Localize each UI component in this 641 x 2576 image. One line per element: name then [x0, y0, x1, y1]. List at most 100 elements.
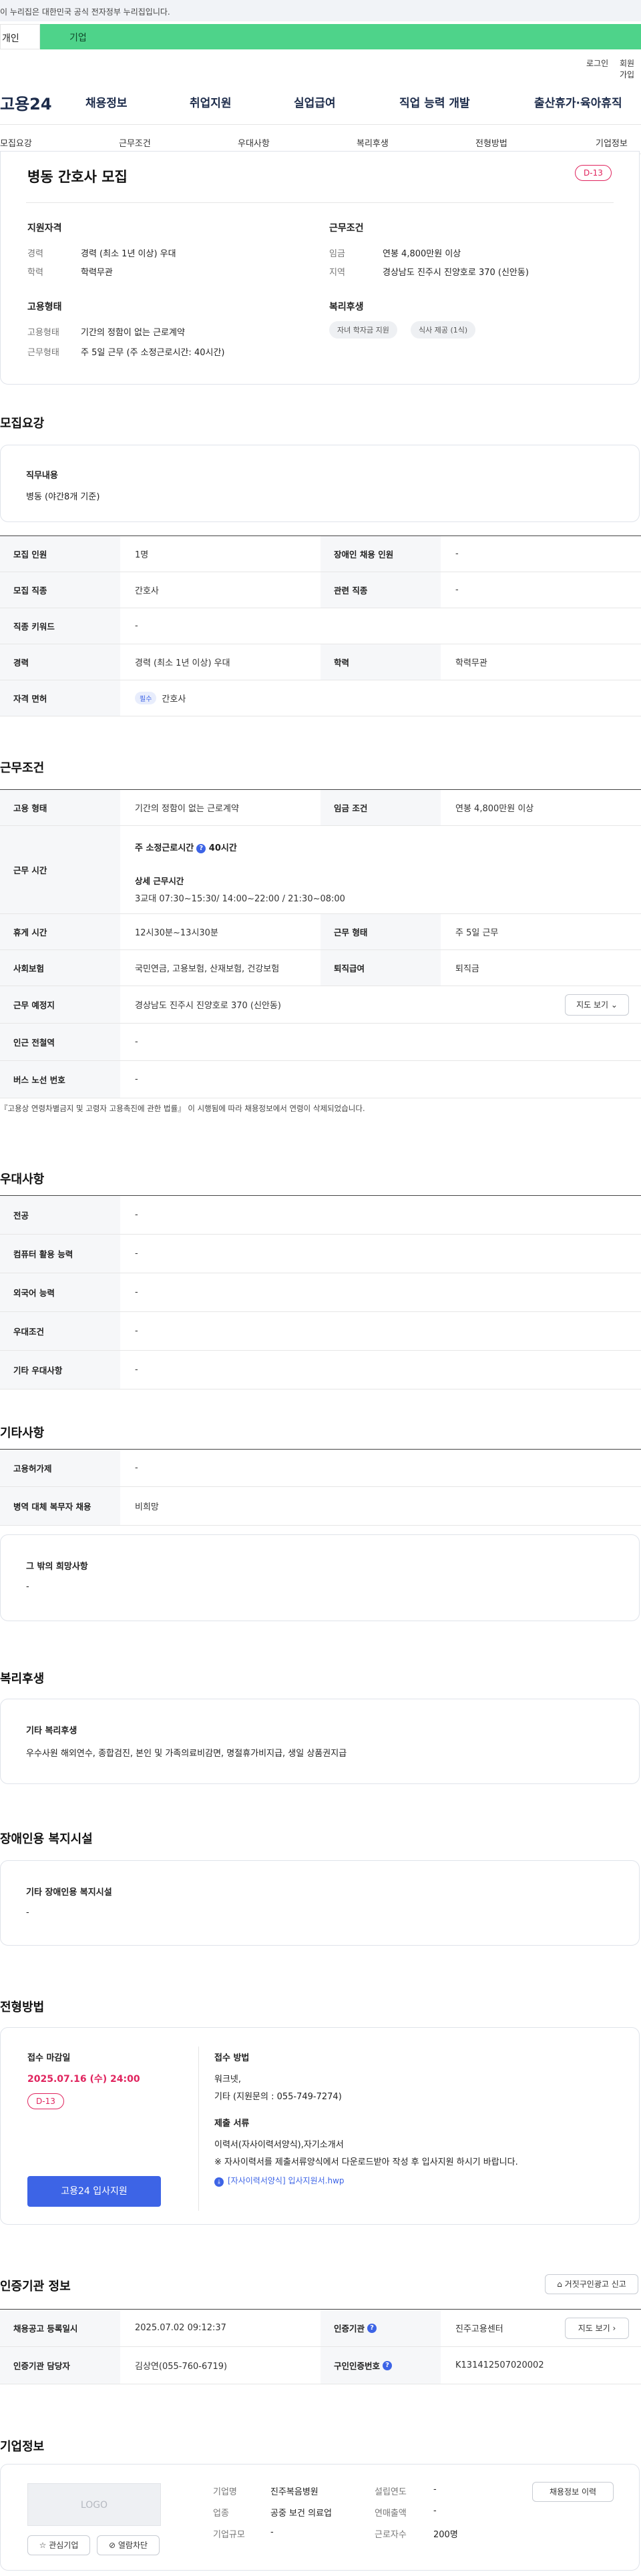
deadline-value: 2025.07.16 (수) 24:00: [27, 2074, 140, 2085]
tab-person[interactable]: 개인: [0, 24, 40, 49]
table-header: 컴퓨터 활용 능력: [0, 1235, 120, 1273]
disabled-card: 기타 장애인용 복지시설 -: [0, 1860, 640, 1946]
duty-text: 병동 (야간8개 기준): [26, 492, 100, 502]
table-header: 모집 직종: [0, 572, 120, 608]
table-header: 고용허가제: [0, 1450, 120, 1486]
table-header: 근무 예정지: [0, 986, 120, 1023]
deadline-label: 접수 마감일: [27, 2053, 71, 2063]
subnav-process[interactable]: 전형방법: [475, 136, 507, 149]
table-cell: -: [135, 1037, 138, 1047]
benefit-card-text: 우수사원 해외연수, 종합검진, 본인 및 가족의료비감면, 명절휴가비지급, …: [26, 1749, 347, 1759]
table-row: 근무 시간 주 소정근로시간? 40시간 상세 근무시간 3교대 07:30~1…: [0, 826, 641, 914]
etc-card-title: 그 밖의 희망사항: [26, 1562, 88, 1572]
table-header: 우대조건: [0, 1312, 120, 1350]
table-cell: K131412507020002: [455, 2360, 544, 2370]
age-notice: 『고용상 연령차별금지 및 고령자 고용촉진에 관한 법률』 이 시행됨에 따라…: [0, 1104, 365, 1113]
disabled-card-text: -: [26, 1908, 29, 1918]
table-header: 휴게 시간: [0, 914, 120, 949]
login-link[interactable]: 로그인: [586, 57, 608, 69]
gnb-item-support[interactable]: 취업지원: [190, 93, 232, 110]
subnav-benefit[interactable]: 복리후생: [357, 136, 389, 149]
cert-map-button[interactable]: 지도 보기 ›: [565, 2318, 629, 2339]
table-cell: 김상연(055-760-6719): [135, 2362, 228, 2372]
subnav-company[interactable]: 기업정보: [596, 136, 628, 149]
qual-title: 지원자격: [27, 223, 62, 234]
table-header: 병역 대체 복무자 채용: [0, 1487, 120, 1525]
section-title-disabled: 장애인용 복지시설: [0, 1832, 93, 1846]
table-row: 전공 -: [0, 1196, 641, 1235]
benefit-card: 기타 복리후생 우수사원 해외연수, 종합검진, 본인 및 가족의료비감면, 명…: [0, 1699, 640, 1784]
company-field-key: 연매출액: [375, 2509, 407, 2519]
table-header: 퇴직급여: [320, 950, 441, 986]
gnb-item-unemployment[interactable]: 실업급여: [294, 93, 336, 110]
qual-key: 학력: [27, 268, 43, 278]
table-cell: 경상남도 진주시 진양호로 370 (신안동): [135, 1001, 281, 1011]
signup-link[interactable]: 회원가입: [620, 57, 641, 80]
block-company-button[interactable]: ⊘ 열람차단: [97, 2535, 160, 2555]
table-cell: -: [455, 585, 459, 595]
company-field-value: 200명: [433, 2530, 458, 2540]
benefit-card-title: 기타 복리후생: [26, 1726, 77, 1736]
company-field-value: -: [433, 2506, 437, 2516]
gnb-item-training[interactable]: 직업 능력 개발: [399, 93, 470, 110]
block-label: 열람차단: [118, 2541, 148, 2550]
site-logo[interactable]: 고용24: [0, 91, 52, 114]
hours-detail-label: 상세 근무시간: [135, 876, 184, 886]
map-button-label: 지도 보기: [576, 1000, 609, 1010]
table-cell: 비희망: [135, 1502, 159, 1512]
attachment-link[interactable]: ⤓ [자사이력서양식] 입사지원서.hwp: [214, 2175, 345, 2187]
subnav-work[interactable]: 근무조건: [119, 136, 151, 149]
emp-key: 근무형태: [27, 348, 59, 358]
user-type-tabs: 개인 기업: [0, 24, 641, 49]
hours-detail: 3교대 07:30~15:30/ 14:00~22:00 / 21:30~08:…: [135, 894, 345, 904]
emp-value: 기간의 정함이 없는 근로계약: [81, 328, 185, 338]
docs-line: 이력서(자사이력서양식),자기소개서: [214, 2140, 344, 2150]
table-row: 사회보험 국민연금, 고용보험, 산재보험, 건강보험 퇴직급여 퇴직금: [0, 950, 641, 986]
hours-week: 주 소정근로시간? 40시간: [135, 841, 237, 853]
table-header: 고용 형태: [0, 790, 120, 825]
favorite-label: 관심기업: [49, 2541, 79, 2550]
favorite-company-button[interactable]: ☆ 관심기업: [27, 2535, 90, 2555]
apply-button[interactable]: 고용24 입사지원: [27, 2176, 161, 2207]
table-cell: 경력 (최소 1년 이상) 우대: [135, 658, 230, 668]
table-row: 병역 대체 복무자 채용 비희망: [0, 1487, 641, 1526]
qual-value: 학력무관: [81, 268, 113, 278]
process-card: 접수 마감일 2025.07.16 (수) 24:00 D-13 고용24 입사…: [0, 2027, 640, 2225]
table-row: 우대조건 -: [0, 1312, 641, 1351]
subnav-recruit[interactable]: 모집요강: [0, 136, 32, 149]
company-field-value: 공중 보건 의료업: [270, 2509, 332, 2519]
table-header: 학력: [320, 644, 441, 680]
gnb-item-leave[interactable]: 출산휴가·육아휴직: [534, 93, 622, 110]
tab-business[interactable]: 기업: [40, 24, 641, 49]
info-icon[interactable]: ?: [367, 2323, 377, 2333]
table-cell: -: [135, 1463, 138, 1473]
report-ad-button[interactable]: ⌂ 거짓구인광고 신고: [545, 2274, 638, 2294]
table-cell: 2025.07.02 09:12:37: [135, 2323, 226, 2333]
recruit-table: 모집 인원 1명 장애인 채용 인원 - 모집 직종 간호사 관련 직종 - 직…: [0, 535, 641, 716]
table-cell: -: [135, 1210, 138, 1220]
gov-banner: 이 누리집은 대한민국 공식 전자정부 누리집입니다.: [0, 0, 641, 21]
home-icon: ⌂: [557, 2280, 562, 2289]
docs-label: 제출 서류: [214, 2119, 250, 2129]
cond-key: 지역: [329, 268, 345, 278]
table-header: 모집 인원: [0, 536, 120, 572]
table-header: 인증기관 담당자: [0, 2347, 120, 2384]
table-cell: 퇴직금: [455, 964, 479, 974]
table-row: 컴퓨터 활용 능력 -: [0, 1235, 641, 1273]
hours-week-value: 40시간: [208, 843, 237, 853]
company-logo: LOGO: [27, 2483, 161, 2526]
info-icon[interactable]: ?: [383, 2360, 393, 2370]
table-row: 기타 우대사항 -: [0, 1351, 641, 1389]
job-history-button[interactable]: 채용정보 이력: [532, 2482, 614, 2502]
emp-value: 주 5일 근무 (주 소정근로시간: 40시간): [81, 348, 225, 358]
table-cell: -: [135, 1326, 138, 1336]
section-title-etc: 기타사항: [0, 1426, 45, 1440]
subnav-pref[interactable]: 우대사항: [238, 136, 270, 149]
table-row: 근무 예정지 경상남도 진주시 진양호로 370 (신안동) 지도 보기 ⌄: [0, 986, 641, 1024]
table-header: 인근 전철역: [0, 1024, 120, 1060]
table-cell: 진주고용센터: [455, 2324, 503, 2334]
map-button[interactable]: 지도 보기 ⌄: [565, 994, 629, 1016]
gnb-item-jobs[interactable]: 채용정보: [85, 93, 128, 110]
section-title-cert: 인증기관 정보: [0, 2280, 71, 2294]
info-icon[interactable]: ?: [196, 843, 206, 853]
